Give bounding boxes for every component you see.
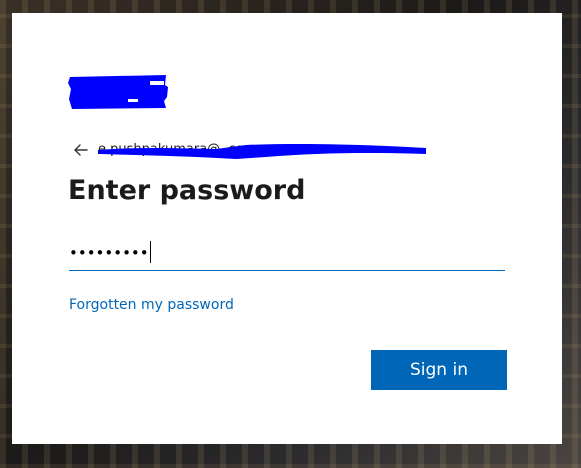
back-arrow-icon[interactable] bbox=[70, 139, 92, 161]
email-redaction-mark bbox=[98, 144, 426, 159]
page-title: Enter password bbox=[68, 175, 306, 206]
sign-in-card: e.pushpakumara@ .com Enter password ••••… bbox=[12, 13, 562, 444]
sign-in-button[interactable]: Sign in bbox=[371, 350, 507, 390]
forgot-password-link[interactable]: Forgotten my password bbox=[69, 297, 234, 313]
logo-redaction-mark bbox=[68, 75, 168, 109]
identity-row: e.pushpakumara@ .com bbox=[70, 139, 450, 161]
password-input[interactable] bbox=[69, 235, 505, 271]
